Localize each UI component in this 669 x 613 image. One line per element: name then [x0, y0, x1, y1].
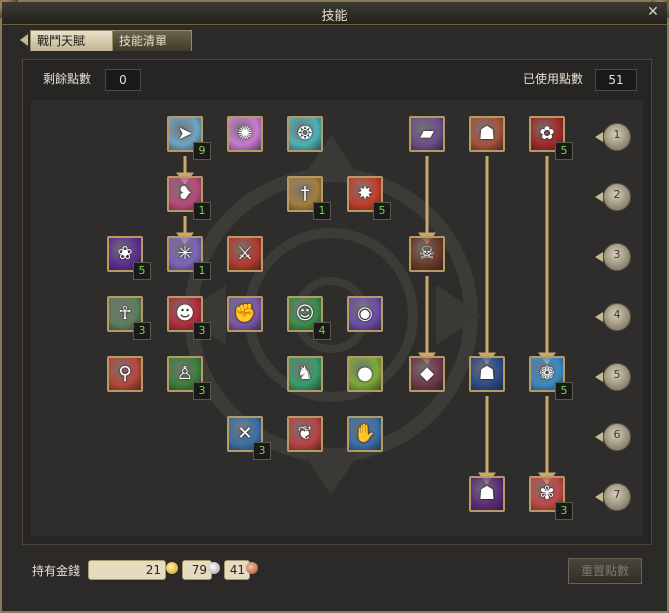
footer-bar: 持有金錢 21 79 41 重置點數: [22, 558, 650, 584]
copper-coin-icon: [246, 562, 258, 574]
skill-rank-count: 4: [313, 322, 331, 340]
used-points-label: 已使用點數: [523, 72, 584, 86]
purple-beast-icon: ☗: [478, 483, 496, 504]
gold-amount: 21: [88, 560, 166, 580]
money-label: 持有金錢: [32, 564, 81, 578]
skill-slot[interactable]: ✺: [227, 116, 263, 152]
remaining-points-label: 剩餘點數: [43, 72, 92, 86]
tier-4-button[interactable]: 4: [595, 303, 631, 331]
skill-rank-count: 3: [133, 322, 151, 340]
tier-1-button[interactable]: 1: [595, 123, 631, 151]
wolf-icon: ♞: [296, 363, 314, 384]
tab-combat-talents[interactable]: 戰鬥天賦: [30, 30, 114, 51]
skills-window: 技能 ✕ 戰鬥天賦 技能清單 剩餘點數 0 已使用點數 51 ➤ 9 ✺ ❂ ▰…: [0, 0, 669, 613]
skill-slot[interactable]: ☗: [469, 116, 505, 152]
skill-rank-count: 9: [193, 142, 211, 160]
skill-rank-count: 1: [193, 262, 211, 280]
skill-rank-count: 5: [555, 382, 573, 400]
skill-slot[interactable]: ●: [347, 356, 383, 392]
fist-icon: ✊: [233, 303, 257, 324]
tier-3-button[interactable]: 3: [595, 243, 631, 271]
skill-slot[interactable]: ☠: [409, 236, 445, 272]
used-points-value: 51: [595, 69, 637, 91]
gold-coin-icon: [166, 562, 178, 574]
dark-beast-icon: ☗: [478, 363, 496, 384]
reset-points-button[interactable]: 重置點數: [568, 558, 642, 584]
twist-icon: ❦: [297, 423, 313, 444]
skill-rank-count: 3: [193, 382, 211, 400]
silver-coin-icon: [208, 562, 220, 574]
skill-slot[interactable]: ✊: [227, 296, 263, 332]
tier-7-button[interactable]: 7: [595, 483, 631, 511]
skill-slot[interactable]: ⚲: [107, 356, 143, 392]
skill-rank-count: 1: [313, 202, 331, 220]
talent-tree: ➤ 9 ✺ ❂ ▰ ☗ ✿ 5 ❥ 1 † 1 ✸ 5 ❀ 5 ✳ 1 ⚔ ☠ ☥ 3 ☻ 3 ✊ ☺ 4 ◉ ⚲ ♙ 3 ♞ ● ◆ ☗ ❁ 5 ✕ 3 ❦…: [31, 100, 643, 536]
skill-slot[interactable]: ❂: [287, 116, 323, 152]
book-icon: ▰: [420, 123, 434, 144]
skill-slot[interactable]: ⚔: [227, 236, 263, 272]
tier-6-button[interactable]: 6: [595, 423, 631, 451]
window-title: 技能: [321, 9, 348, 24]
paw-cluster-icon: ❂: [297, 123, 313, 144]
skill-slot[interactable]: ◉: [347, 296, 383, 332]
skill-rank-count: 5: [133, 262, 151, 280]
close-button[interactable]: ✕: [645, 4, 661, 20]
pin-icon: ⚲: [118, 363, 132, 384]
points-row: 剩餘點數 0 已使用點數 51: [23, 68, 651, 91]
skill-slot[interactable]: ◆: [409, 356, 445, 392]
skill-rank-count: 3: [555, 502, 573, 520]
orb-icon: ●: [357, 363, 373, 384]
skill-rank-count: 3: [193, 322, 211, 340]
tab-pointer-icon: [20, 34, 28, 46]
skill-rank-count: 5: [373, 202, 391, 220]
skill-slot[interactable]: ☗: [469, 476, 505, 512]
remaining-points-value: 0: [105, 69, 141, 91]
tier-2-button[interactable]: 2: [595, 183, 631, 211]
skill-rank-count: 3: [253, 442, 271, 460]
claw-icon: ✋: [353, 423, 377, 444]
skill-slot[interactable]: ❦: [287, 416, 323, 452]
skill-rank-count: 5: [555, 142, 573, 160]
blade-icon: ⚔: [236, 243, 254, 264]
talent-panel: 剩餘點數 0 已使用點數 51 ➤ 9 ✺ ❂ ▰ ☗ ✿ 5 ❥ 1 † 1 …: [22, 59, 652, 545]
tier-5-button[interactable]: 5: [595, 363, 631, 391]
skill-slot[interactable]: ▰: [409, 116, 445, 152]
mask-icon: ◉: [357, 303, 373, 324]
skull-icon: ☠: [418, 243, 436, 264]
title-bar[interactable]: 技能 ✕: [2, 2, 667, 25]
tab-skill-list[interactable]: 技能清單: [112, 30, 192, 51]
skill-slot[interactable]: ☗: [469, 356, 505, 392]
pinwheel-icon: ✺: [237, 123, 253, 144]
shard-icon: ◆: [420, 363, 434, 384]
skill-slot[interactable]: ♞: [287, 356, 323, 392]
beast-face-icon: ☗: [478, 123, 496, 144]
skill-slot[interactable]: ✋: [347, 416, 383, 452]
skill-rank-count: 1: [193, 202, 211, 220]
